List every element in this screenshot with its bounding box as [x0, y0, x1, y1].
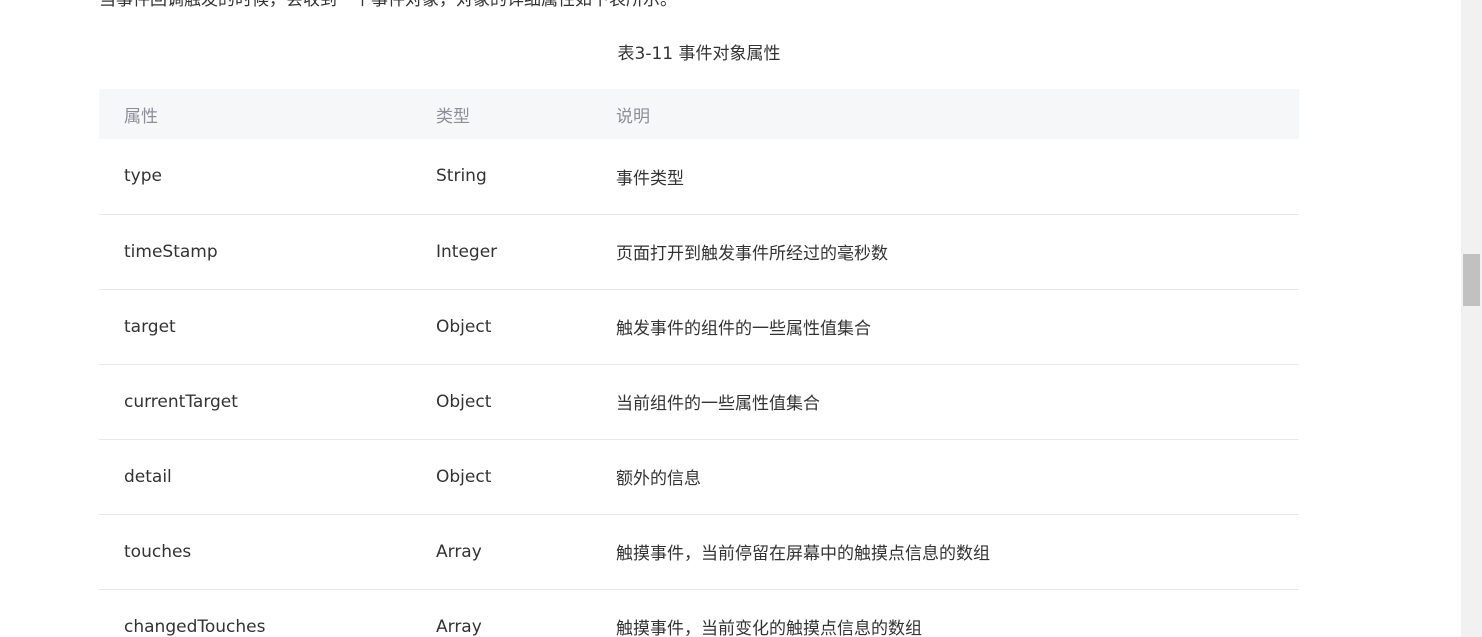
property-name: timeStamp — [124, 241, 218, 262]
property-name: touches — [124, 541, 192, 562]
header-description: 说明 — [616, 106, 650, 127]
property-description: 触摸事件，当前变化的触摸点信息的数组 — [616, 619, 922, 637]
table-row: timeStamp Integer 页面打开到触发事件所经过的毫秒数 — [99, 214, 1299, 289]
property-description: 额外的信息 — [616, 469, 701, 489]
table-row: detail Object 额外的信息 — [99, 439, 1299, 514]
event-object-properties-table: 属性 类型 说明 type String 事件类型 timeStamp Inte… — [99, 89, 1299, 637]
intro-paragraph: 当事件回调触发的时候，会收到一个事件对象，对象的详细属性如下表所示。 — [99, 0, 677, 10]
property-description: 当前组件的一些属性值集合 — [616, 394, 820, 414]
property-type: Object — [436, 316, 492, 337]
header-property: 属性 — [124, 106, 158, 127]
table-row: type String 事件类型 — [99, 139, 1299, 214]
property-name: changedTouches — [124, 616, 266, 637]
page: 当事件回调触发的时候，会收到一个事件对象，对象的详细属性如下表所示。 表3-11… — [0, 0, 1482, 637]
property-type: Array — [436, 541, 482, 562]
header-type: 类型 — [436, 106, 470, 127]
property-name: target — [124, 316, 176, 337]
property-type: Array — [436, 616, 482, 637]
table-caption: 表3-11 事件对象属性 — [617, 44, 781, 64]
property-description: 页面打开到触发事件所经过的毫秒数 — [616, 244, 888, 264]
property-type: Integer — [436, 241, 498, 262]
vertical-scrollbar[interactable] — [1461, 0, 1482, 637]
table-row: changedTouches Array 触摸事件，当前变化的触摸点信息的数组 — [99, 589, 1299, 637]
property-name: currentTarget — [124, 391, 238, 412]
property-name: detail — [124, 466, 172, 487]
property-description: 触发事件的组件的一些属性值集合 — [616, 319, 871, 339]
table-row: target Object 触发事件的组件的一些属性值集合 — [99, 289, 1299, 364]
table-header-row: 属性 类型 说明 — [99, 89, 1299, 139]
property-description: 触摸事件，当前停留在屏幕中的触摸点信息的数组 — [616, 544, 990, 564]
scrollbar-thumb[interactable] — [1463, 254, 1480, 306]
property-name: type — [124, 166, 162, 187]
table-row: touches Array 触摸事件，当前停留在屏幕中的触摸点信息的数组 — [99, 514, 1299, 589]
property-type: Object — [436, 466, 492, 487]
table-row: currentTarget Object 当前组件的一些属性值集合 — [99, 364, 1299, 439]
property-description: 事件类型 — [616, 168, 684, 189]
property-type: Object — [436, 391, 492, 412]
property-type: String — [436, 166, 487, 187]
